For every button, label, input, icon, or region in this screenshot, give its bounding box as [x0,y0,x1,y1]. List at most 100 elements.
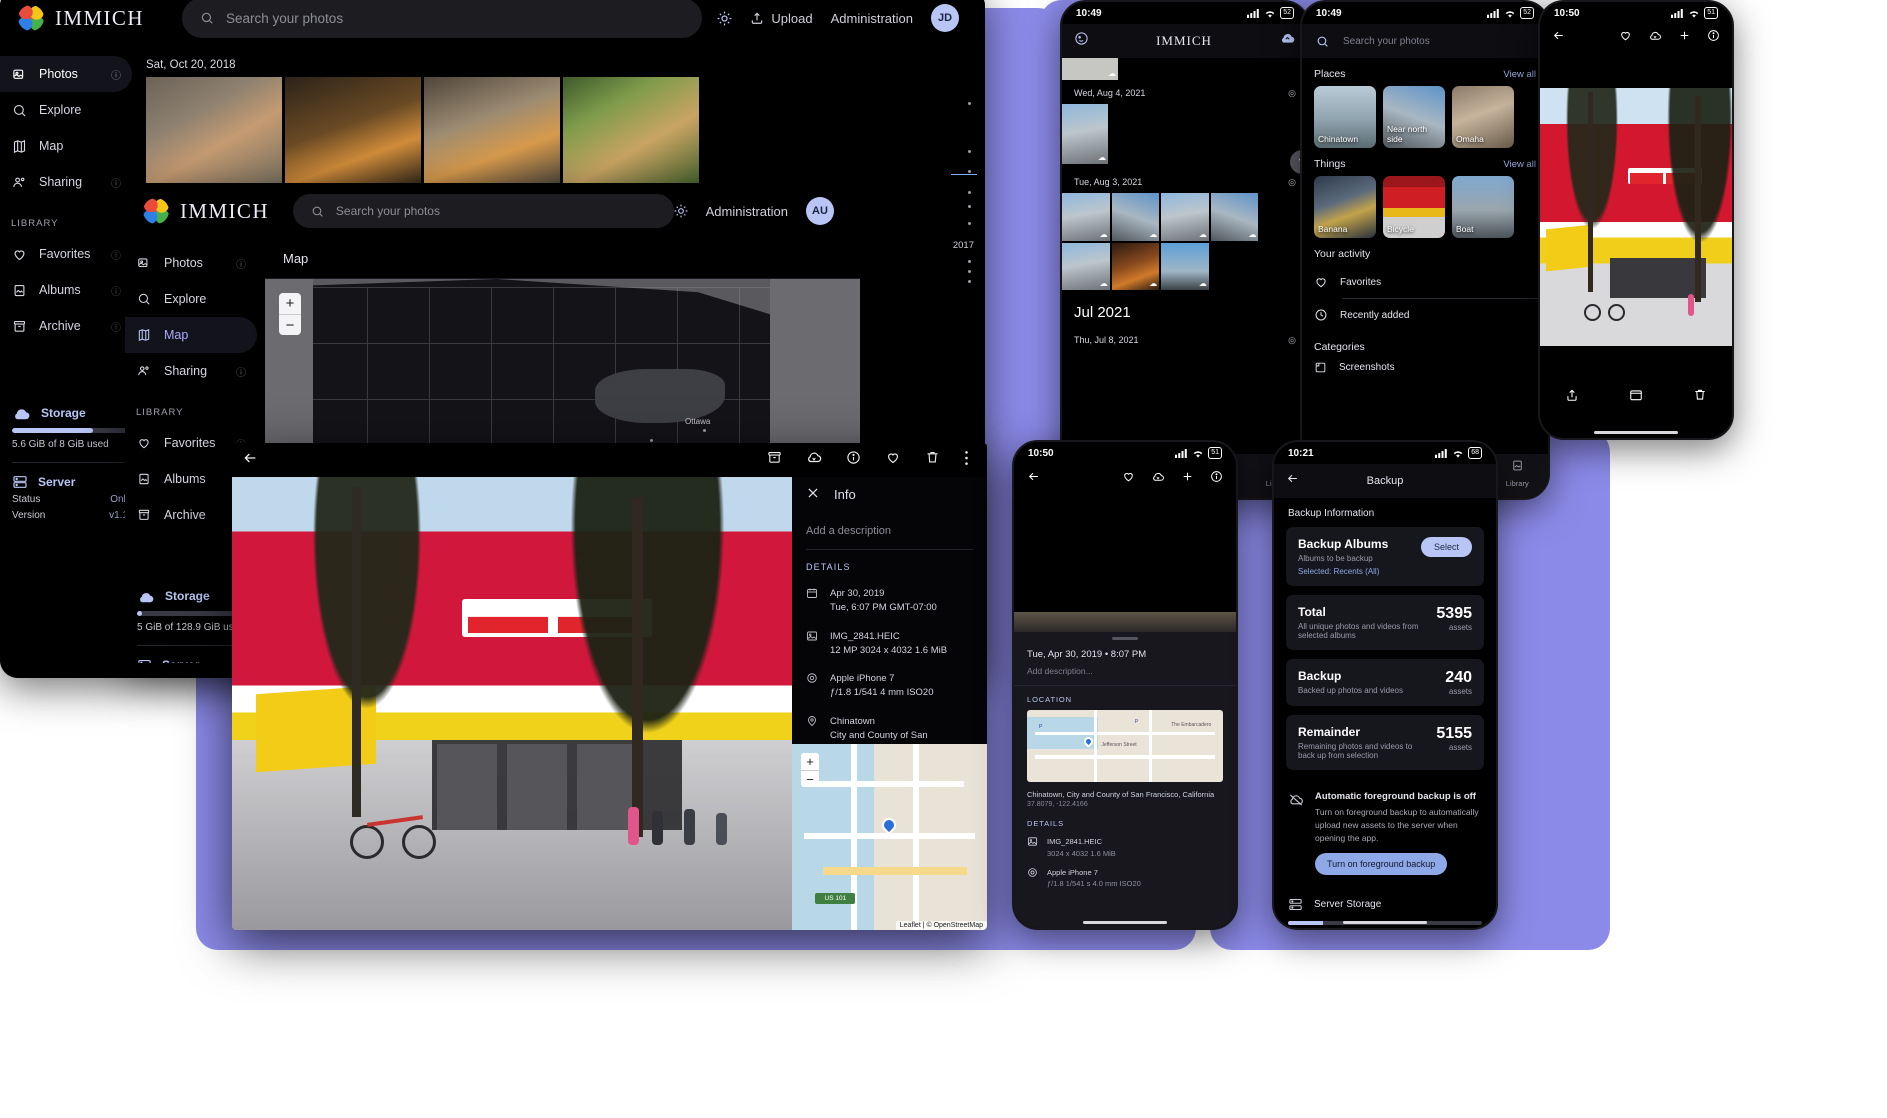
favorite-button[interactable] [1122,470,1135,488]
minimap-zoom-in-button[interactable]: + [801,753,819,770]
theme-toggle-button[interactable] [674,204,688,218]
administration-link[interactable]: Administration [831,11,913,26]
administration-link[interactable]: Administration [706,204,788,219]
phone-search-bar[interactable]: Search your photos [1302,24,1548,58]
photo-thumbnail[interactable]: ☁ [1161,242,1209,291]
sidebar-item-favorites[interactable]: Favorites ⓘ [0,236,132,272]
brand[interactable]: IMMICH [143,198,269,224]
things-view-all-link[interactable]: View all [1503,159,1536,170]
sidebar-item-map[interactable]: Map [0,128,132,164]
thing-card[interactable]: Boat [1452,176,1514,238]
places-view-all-link[interactable]: View all [1503,69,1536,80]
favorite-button[interactable] [885,450,901,471]
sidebar-item-archive[interactable]: Archive ⓘ [0,308,132,344]
info-icon[interactable]: ⓘ [111,283,121,298]
avatar[interactable]: JD [931,4,959,32]
brand[interactable]: IMMICH [18,5,158,31]
add-button[interactable] [1678,29,1691,47]
archive-button[interactable] [767,450,782,471]
favorite-button[interactable] [1619,29,1632,47]
signal-icon [1175,448,1187,458]
add-to-album-button[interactable] [1629,388,1643,407]
map-zoom-in-button[interactable]: + [279,293,301,314]
face-scan-icon[interactable] [1074,31,1089,51]
photo-thumbnail[interactable]: ☁ [1062,242,1110,291]
sheet-drag-handle[interactable] [1112,637,1138,640]
check-circle-icon[interactable]: ◎ [1288,88,1296,99]
thing-card[interactable]: Bicycle [1383,176,1445,238]
backup-cloud-icon[interactable] [1279,31,1296,51]
info-button[interactable] [846,450,861,471]
info-icon[interactable]: ⓘ [111,319,121,334]
back-button[interactable] [1027,470,1040,488]
delete-button[interactable] [925,450,940,471]
place-card[interactable]: Omaha [1452,86,1514,148]
minimap-zoom-out-button[interactable]: − [801,770,819,787]
photo-thumbnail[interactable]: ☁ [1161,193,1209,241]
info-icon[interactable]: ⓘ [111,175,121,190]
select-albums-button[interactable]: Select [1420,537,1472,557]
sidebar-item-sharing[interactable]: Sharing ⓘ [0,164,132,200]
detail-photo-preview[interactable] [1014,494,1236,612]
detail-minimap[interactable]: P P The Embarcadero Jefferson Street [1027,710,1223,782]
back-button[interactable] [1552,29,1565,47]
photo-thumbnail[interactable] [563,77,699,183]
timeline-scrubber[interactable]: 2017 [951,92,977,392]
photo-thumbnail[interactable]: ☁ [1062,104,1108,164]
sidebar-item-albums[interactable]: Albums ⓘ [0,272,132,308]
more-button[interactable] [964,450,969,471]
info-icon[interactable]: ⓘ [111,67,121,82]
category-item-screenshots[interactable]: Screenshots [1302,359,1548,383]
info-icon[interactable]: ⓘ [236,364,246,379]
detail-description-input[interactable]: Add description... [1014,666,1236,685]
sidebar-item-sharing[interactable]: Sharing ⓘ [125,353,257,389]
map-zoom-out-button[interactable]: − [279,314,301,335]
photo-thumbnail[interactable]: ☁ [1062,58,1118,80]
thing-card[interactable]: Banana [1314,176,1376,238]
check-circle-icon[interactable]: ◎ [1288,177,1296,188]
search-input[interactable]: Search your photos [182,0,702,38]
activity-item-favorites[interactable]: Favorites [1302,266,1548,298]
photo-thumbnail[interactable]: ☁ [1210,193,1259,241]
activity-item-recently-added[interactable]: Recently added [1302,299,1548,331]
photo-thumbnail[interactable]: ☁ [1062,193,1110,241]
description-input[interactable]: Add a description [806,511,973,550]
tab-library[interactable]: Library [1498,457,1537,488]
avatar[interactable]: AU [806,197,834,225]
turn-on-foreground-backup-button[interactable]: Turn on foreground backup [1315,853,1448,876]
back-button[interactable] [242,450,258,471]
photo-thumbnail[interactable] [285,77,421,183]
location-minimap[interactable]: US 101 + − Leaflet | © OpenStreetMap [792,744,987,930]
share-button[interactable] [1565,388,1579,407]
check-circle-icon[interactable]: ◎ [1288,335,1296,346]
info-button[interactable] [1707,29,1720,47]
download-button[interactable] [806,450,822,471]
sidebar-item-photos[interactable]: Photos ⓘ [125,245,257,281]
add-button[interactable] [1181,470,1194,488]
map-zoom-controls[interactable]: + − [279,293,301,335]
info-button[interactable] [1210,470,1223,488]
info-icon[interactable]: ⓘ [236,256,246,271]
info-icon[interactable]: ⓘ [111,247,121,262]
close-button[interactable] [806,486,820,503]
viewer-photo[interactable] [1540,88,1732,346]
photo-thumbnail[interactable] [146,77,282,183]
photo-thumbnail[interactable]: ☁ [1111,193,1160,241]
delete-button[interactable] [1693,388,1707,407]
minimap-zoom-controls[interactable]: + − [801,753,819,787]
sidebar-item-explore[interactable]: Explore [0,92,132,128]
sidebar-item-explore[interactable]: Explore [125,281,257,317]
viewer-photo[interactable] [232,477,792,930]
sidebar-item-photos[interactable]: Photos ⓘ [0,56,132,92]
place-card[interactable]: Chinatown [1314,86,1376,148]
sidebar-item-map[interactable]: Map [125,317,257,353]
theme-toggle-button[interactable] [717,11,732,26]
photo-thumbnail[interactable] [424,77,560,183]
search-input[interactable]: Search your photos [292,194,674,228]
photo-thumbnail[interactable]: ☁ [1111,242,1160,291]
download-button[interactable] [1151,470,1165,488]
place-card[interactable]: Near north side [1383,86,1445,148]
back-button[interactable] [1286,472,1299,490]
upload-button[interactable]: Upload [750,11,813,26]
download-button[interactable] [1648,29,1662,47]
